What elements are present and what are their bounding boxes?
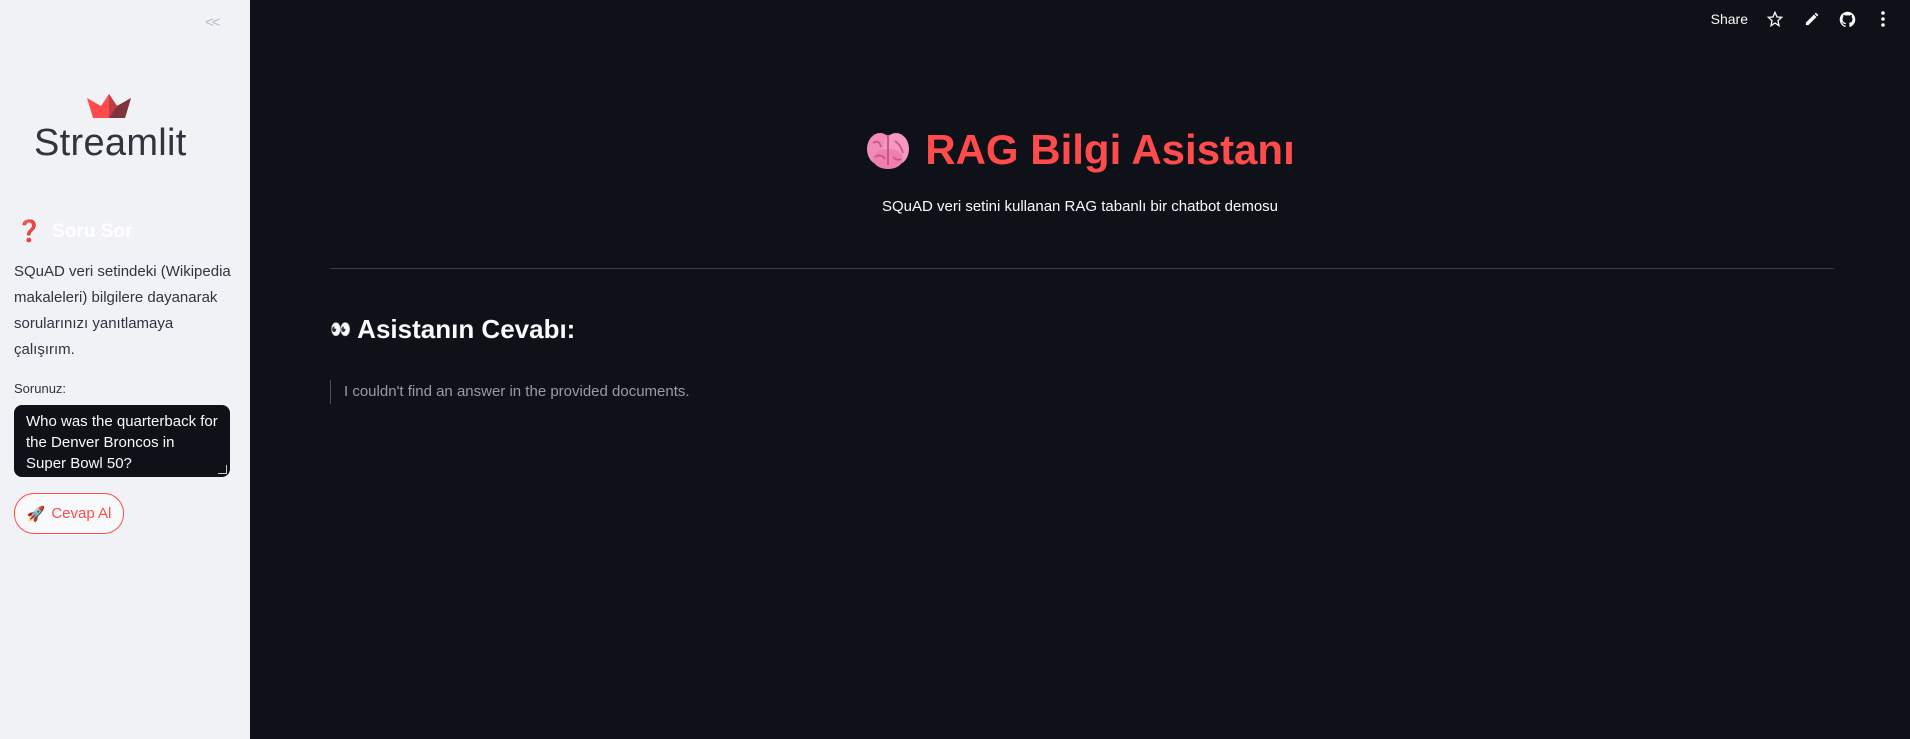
streamlit-logo: Streamlit [34,92,204,165]
rocket-icon: 🚀 [26,505,46,523]
question-mark-icon: ❓ [16,219,43,243]
main-content: RAG Bilgi Asistanı SQuAD veri setini kul… [250,0,1910,739]
eyes-icon: 👀 [330,319,352,340]
page-subtitle: SQuAD veri setini kullanan RAG tabanlı b… [881,198,1279,215]
streamlit-crown-icon [87,94,131,118]
divider [330,268,1834,269]
resize-handle[interactable] [218,465,227,474]
question-textarea[interactable]: Who was the quarterback for the Denver B… [14,405,230,477]
question-input-label: Sorunuz: [14,381,67,396]
answer-heading: 👀 Asistanın Cevabı: [330,314,575,345]
page-title: RAG Bilgi Asistanı [925,126,1295,173]
get-answer-button-label: Cevap Al [51,505,112,522]
question-textarea-value: Who was the quarterback for the Denver B… [26,413,218,472]
sidebar-description: SQuAD veri setindeki (Wikipedia makalele… [14,263,231,358]
collapse-sidebar-button[interactable]: << [205,14,220,31]
sidebar-header: ❓ Soru Sor [16,219,132,244]
sidebar: << Streamlit ❓ Soru Sor SQuAD veri setin… [0,0,250,739]
answer-heading-label: Asistanın Cevabı: [357,314,576,344]
sidebar-header-label: Soru Sor [52,220,133,242]
answer-text: I couldn't find an answer in the provide… [330,380,690,404]
brain-icon [867,133,910,169]
get-answer-button[interactable]: 🚀 Cevap Al [14,493,124,534]
page-title-row: RAG Bilgi Asistanı [250,126,1910,174]
logo-text: Streamlit [34,122,187,164]
